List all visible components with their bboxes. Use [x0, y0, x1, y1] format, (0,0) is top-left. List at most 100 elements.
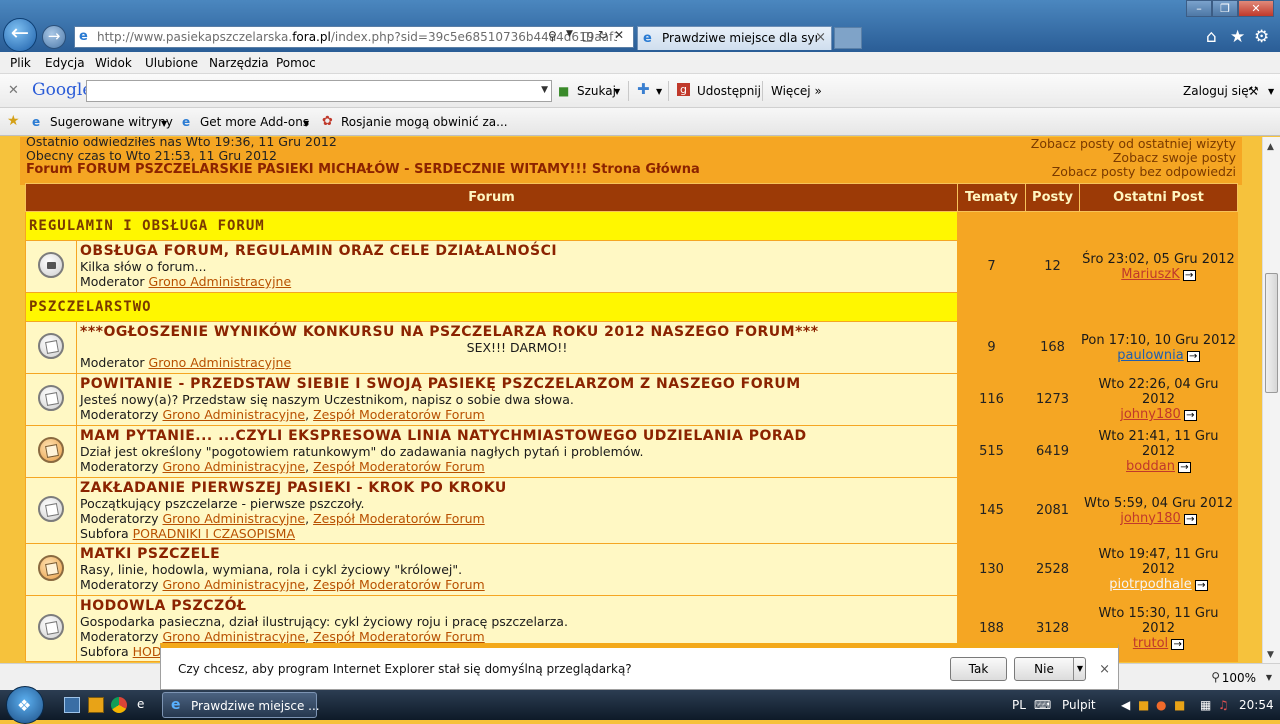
forum-title-link[interactable]: POWITANIE - PRZEDSTAW SIEBIE I SWOJĄ PAS…	[80, 377, 954, 392]
start-button[interactable]: ❖	[6, 686, 44, 724]
media-player-icon[interactable]	[88, 697, 104, 713]
moderator-link[interactable]: Zespół Moderatorów Forum	[313, 407, 485, 422]
gear-icon[interactable]: ⚙	[1254, 27, 1269, 47]
moderator-link[interactable]: Grono Administracyjne	[163, 511, 306, 526]
moderator-link[interactable]: Zespół Moderatorów Forum	[313, 511, 485, 526]
language-indicator[interactable]: PL	[1012, 698, 1026, 712]
last-post-user-link[interactable]: paulownia	[1117, 348, 1183, 363]
puzzle-plus-icon[interactable]: ✚	[637, 80, 650, 98]
chevron-down-icon[interactable]: ▼	[614, 87, 620, 96]
network-icon[interactable]: ▦	[1200, 698, 1211, 712]
go-to-post-icon[interactable]: →	[1182, 269, 1196, 281]
moderator-link[interactable]: Grono Administracyjne	[163, 629, 306, 644]
moderator-link[interactable]: Grono Administracyjne	[163, 407, 306, 422]
forum-title-link[interactable]: ZAKŁADANIE PIERWSZEJ PASIEKI - KROK PO K…	[80, 480, 954, 496]
wrench-icon[interactable]: ⚒	[1248, 84, 1259, 98]
category-title[interactable]: PSZCZELARSTWO	[25, 292, 958, 322]
link-own-posts[interactable]: Zobacz swoje posty	[1113, 150, 1236, 165]
home-icon[interactable]: ⌂	[1206, 27, 1217, 47]
category-title[interactable]: REGULAMIN I OBSŁUGA FORUM	[25, 211, 958, 241]
last-post-user-link[interactable]: MariuszK	[1121, 267, 1180, 282]
chevron-down-icon[interactable]: ▼	[566, 29, 573, 39]
stop-icon[interactable]: ✕	[614, 28, 624, 42]
address-url[interactable]: http://www.pasiekapszczelarska.fora.pl/i…	[97, 30, 617, 44]
google-search-box[interactable]: ▼	[86, 80, 552, 102]
moderator-link[interactable]: Grono Administracyjne	[149, 274, 292, 289]
chrome-icon[interactable]	[111, 697, 127, 713]
volume-icon[interactable]: ♫	[1218, 698, 1229, 712]
last-post-user-link[interactable]: johny180	[1120, 407, 1181, 422]
tray-app-icon[interactable]: ■	[1174, 698, 1185, 712]
chevron-down-icon[interactable]: ▼	[656, 87, 662, 96]
subforum-link[interactable]: PORADNIKI I CZASOPISMA	[133, 526, 295, 541]
compatibility-icon[interactable]: ◫	[582, 29, 593, 43]
moderator-link[interactable]: Zespół Moderatorów Forum	[313, 629, 485, 644]
forum-title-link[interactable]: MAM PYTANIE... ...CZYLI EKSPRESOWA LINIA…	[80, 429, 954, 444]
refresh-icon[interactable]: ↻	[598, 28, 608, 42]
go-to-post-icon[interactable]: →	[1194, 580, 1208, 591]
menu-plik[interactable]: Plik	[10, 56, 31, 70]
last-post-user-link[interactable]: piotrpodhale	[1109, 577, 1192, 592]
google-search-input[interactable]	[87, 81, 527, 101]
close-icon[interactable]: ×	[1099, 662, 1110, 677]
favorites-star-icon[interactable]: ★	[7, 113, 20, 129]
yes-button[interactable]: Tak	[950, 657, 1007, 681]
subforum-link[interactable]: HOD	[133, 644, 162, 659]
go-to-post-icon[interactable]: →	[1177, 462, 1191, 473]
last-post-user-link[interactable]: boddan	[1126, 459, 1175, 474]
maximize-button[interactable]: ❐	[1212, 0, 1238, 17]
link-new-posts[interactable]: Zobacz posty od ostatniej wizyty	[1031, 137, 1236, 151]
star-icon[interactable]: ★	[1230, 27, 1245, 47]
close-icon[interactable]: ✕	[8, 83, 19, 98]
no-button[interactable]: Nie ▼	[1014, 657, 1086, 681]
fav-suggested-sites[interactable]: Sugerowane witryny	[50, 115, 173, 129]
clock[interactable]: 20:54	[1239, 698, 1274, 712]
taskbar-ie-window[interactable]: e Prawdziwe miejsce ...	[162, 692, 320, 718]
search-button[interactable]: Szukaj	[577, 84, 616, 98]
go-to-post-icon[interactable]: →	[1186, 350, 1200, 362]
moderator-link[interactable]: Zespół Moderatorów Forum	[313, 577, 485, 592]
menu-edycja[interactable]: Edycja	[45, 56, 85, 70]
tab-close-icon[interactable]: ×	[815, 30, 826, 45]
forward-button[interactable]: →	[42, 25, 66, 49]
share-button[interactable]: Udostępnij	[697, 84, 761, 98]
scroll-down-icon[interactable]: ▼	[1267, 650, 1274, 660]
more-button[interactable]: Więcej »	[771, 84, 822, 98]
last-post-user-link[interactable]: johny180	[1120, 511, 1181, 526]
scroll-up-icon[interactable]: ▲	[1267, 142, 1274, 152]
zoom-level[interactable]: 100%	[1222, 671, 1256, 685]
moderator-link[interactable]: Grono Administracyjne	[163, 577, 306, 592]
vertical-scrollbar[interactable]: ▲ ▼	[1262, 137, 1280, 663]
tray-app-icon[interactable]: ■	[1138, 698, 1149, 712]
menu-widok[interactable]: Widok	[95, 56, 132, 70]
chevron-down-icon[interactable]: ▼	[1268, 87, 1274, 96]
back-button[interactable]: ←	[3, 18, 37, 52]
tray-expand-icon[interactable]: ◀	[1121, 698, 1130, 712]
moderator-link[interactable]: Zespół Moderatorów Forum	[313, 459, 485, 474]
forum-title-link[interactable]: ***OGŁOSZENIE WYNIKÓW KONKURSU NA PSZCZE…	[80, 325, 954, 340]
menu-pomoc[interactable]: Pomoc	[276, 56, 316, 70]
new-tab-button[interactable]	[834, 27, 862, 49]
moderator-link[interactable]: Grono Administracyjne	[149, 355, 292, 370]
forum-title-link[interactable]: MATKI PSZCZELE	[80, 547, 954, 562]
tab-active[interactable]: e Prawdziwe miejsce dla sym... ×	[637, 26, 832, 50]
last-post-user-link[interactable]: trutol	[1133, 636, 1168, 651]
forum-title-link[interactable]: HODOWLA PSZCZÓŁ	[80, 598, 954, 614]
desktop-toolbar[interactable]: Pulpit	[1062, 698, 1096, 712]
forum-index-link[interactable]: Forum FORUM PSZCZELARSKIE PASIEKI MICHAŁ…	[26, 162, 700, 177]
moderator-link[interactable]: Grono Administracyjne	[163, 459, 306, 474]
chevron-down-icon[interactable]: ▼	[1266, 673, 1272, 682]
chevron-down-icon[interactable]: ▼	[303, 119, 309, 128]
forum-title-link[interactable]: OBSŁUGA FORUM, REGULAMIN ORAZ CELE DZIAŁ…	[80, 244, 954, 259]
chevron-down-icon[interactable]: ▼	[541, 85, 548, 95]
close-button[interactable]: ✕	[1238, 0, 1274, 17]
menu-ulubione[interactable]: Ulubione	[145, 56, 198, 70]
link-unanswered-posts[interactable]: Zobacz posty bez odpowiedzi	[1052, 164, 1236, 179]
chevron-down-icon[interactable]: ▼	[1073, 658, 1086, 680]
tray-app-icon[interactable]: ●	[1156, 698, 1166, 712]
menu-narzedzia[interactable]: Narzędzia	[209, 56, 269, 70]
keyboard-icon[interactable]: ⌨	[1034, 698, 1051, 712]
search-icon[interactable]: ⚲	[548, 29, 557, 43]
minimize-button[interactable]: –	[1186, 0, 1212, 17]
fav-get-addons[interactable]: Get more Add-ons	[200, 115, 309, 129]
